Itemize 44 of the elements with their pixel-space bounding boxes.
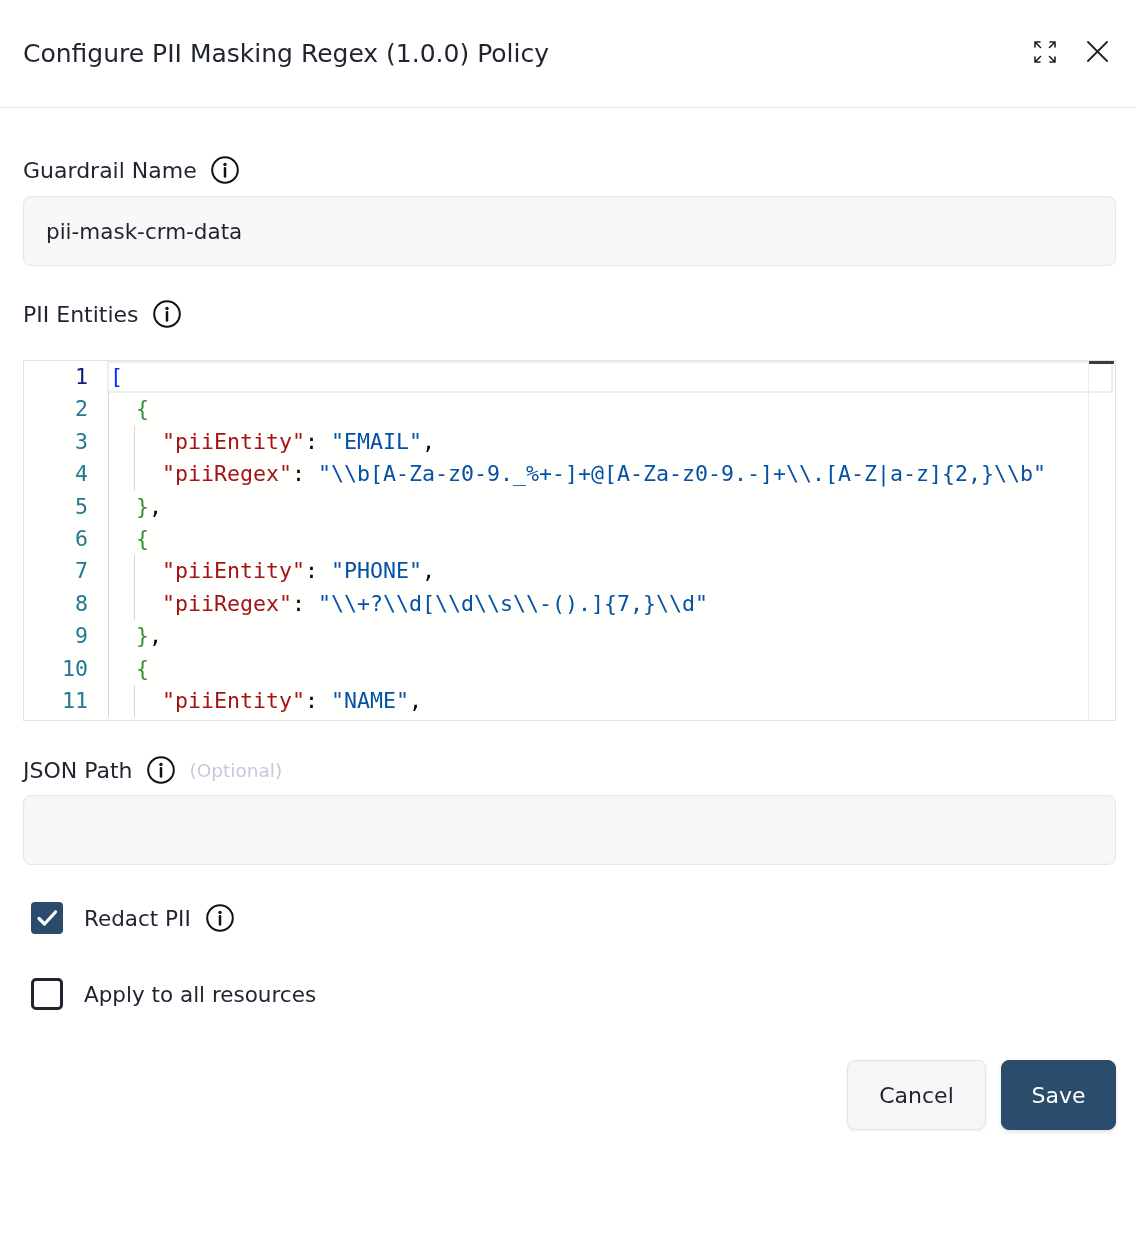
line-number: 10 [62,655,88,681]
code-editor[interactable] [23,360,1116,721]
scrollbar-track[interactable] [1088,361,1115,720]
json-path-field[interactable] [23,795,1116,865]
info-icon[interactable] [146,756,175,784]
code-line: "piiRegex": "\\+?\\d[\\d\\s\\-().]{7,}\\d" [162,589,709,618]
code-line: }, [136,492,163,521]
code-line: { [136,524,149,553]
line-number: 2 [75,396,88,422]
line-number: 9 [75,623,88,649]
code-line: { [136,395,149,424]
checkbox-label: Apply to all resources [84,981,317,1007]
name-field[interactable]: pii-mask-crm-data [23,196,1116,266]
code-line: "piiEntity": "NAME", [162,686,423,715]
line-number: 11 [62,687,88,713]
save-button[interactable]: Save [1001,1060,1116,1130]
checkbox-label: Redact PII [84,905,191,931]
info-icon[interactable] [210,156,239,184]
line-number: 7 [75,558,88,584]
line-number: 5 [75,493,88,519]
line-number: 3 [75,428,88,454]
code-line: }, [136,622,163,651]
info-icon[interactable] [152,300,181,328]
line-number: 4 [75,461,88,487]
dialog-title: Configure PII Masking Regex (1.0.0) Policy [23,39,550,68]
code-line: "piiEntity": "PHONE", [162,557,436,586]
code-line: { [136,654,149,683]
info-icon[interactable] [205,904,234,932]
code-line: "piiEntity": "EMAIL", [162,427,436,456]
code-line: [ [110,363,123,391]
expand-icon[interactable] [1034,40,1056,63]
field-label: PII Entities [23,301,139,327]
line-number: 6 [75,525,88,551]
field-label: Guardrail Name [23,157,197,183]
optional-hint: (Optional) [189,759,283,781]
field-label: JSON Path [23,757,133,783]
cursor-marker-icon [1089,361,1114,364]
checkbox[interactable] [31,978,63,1010]
cancel-button[interactable]: Cancel [847,1060,986,1130]
line-number: 8 [75,590,88,616]
line-number: 1 [75,364,88,389]
close-icon[interactable] [1087,41,1108,62]
code-line: "piiRegex": "\\b[A-Za-z0-9._%+-]+@[A-Za-z0-9.-]+\\.[A-Z|a-z]{2,}\\b" [162,460,1047,489]
checkbox[interactable] [31,902,63,934]
